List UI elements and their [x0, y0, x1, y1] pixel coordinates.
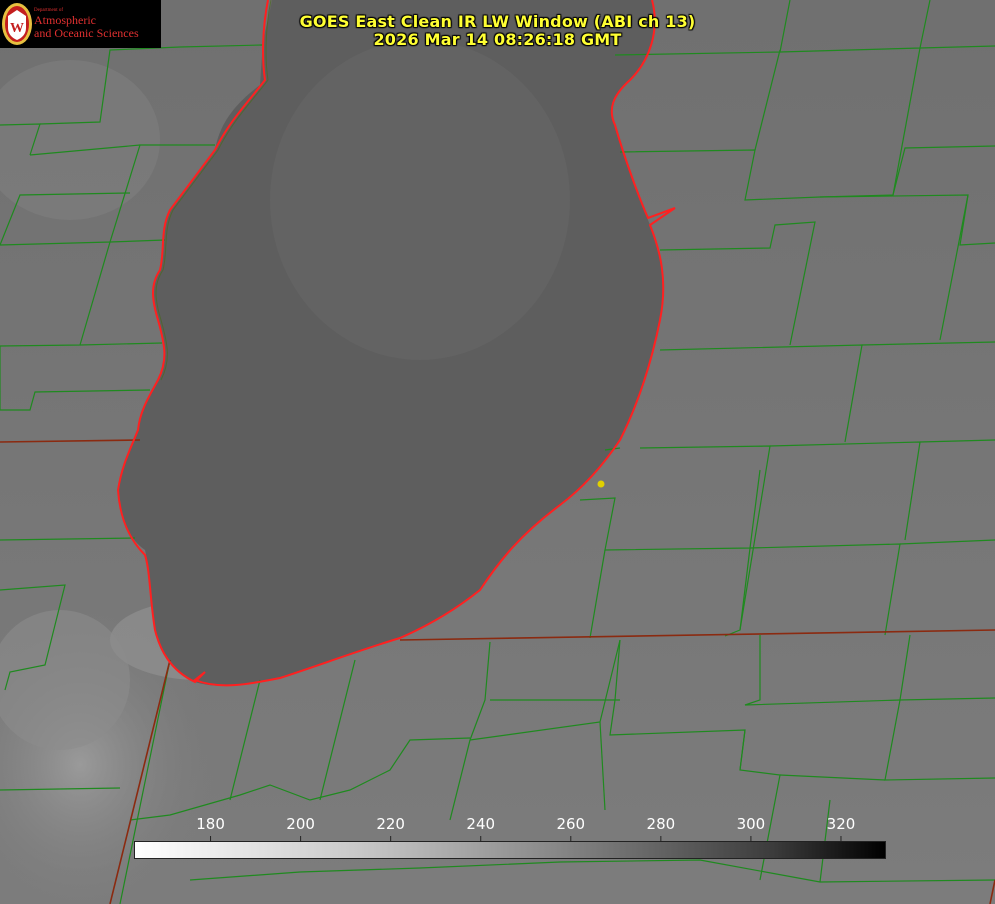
- location-dot-icon: [597, 480, 605, 488]
- cloud-over-lake: [270, 40, 570, 360]
- colorbar-tick-label: 320: [826, 815, 856, 833]
- satellite-image-view: W Department of Atmospheric and Oceanic …: [0, 0, 995, 904]
- colorbar: [134, 841, 886, 859]
- colorbar-tick-label: 240: [466, 815, 496, 833]
- colorbar-tick-label: 300: [736, 815, 766, 833]
- product-title: GOES East Clean IR LW Window (ABI ch 13): [299, 12, 696, 31]
- colorbar-tick-label: 220: [376, 815, 405, 833]
- colorbar-tick-label: 200: [286, 815, 315, 833]
- colorbar-tick-label: 260: [556, 815, 586, 833]
- colorbar-tick-label: 280: [646, 815, 676, 833]
- satellite-map: [0, 0, 995, 904]
- colorbar-tick-label: 180: [196, 815, 225, 833]
- timestamp-title: 2026 Mar 14 08:26:18 GMT: [373, 30, 622, 49]
